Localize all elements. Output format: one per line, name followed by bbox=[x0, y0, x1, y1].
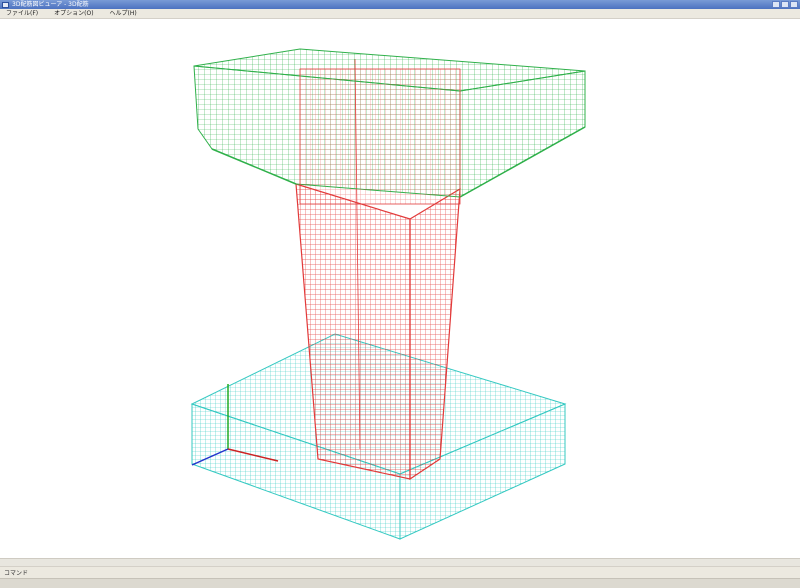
app-icon bbox=[2, 1, 9, 8]
status-bar: コマンド bbox=[0, 566, 800, 578]
close-button[interactable] bbox=[790, 1, 798, 8]
3d-viewport[interactable] bbox=[0, 19, 800, 558]
column-rebar-in-cap bbox=[299, 68, 461, 205]
menu-bar: ファイル(F) オプション(O) ヘルプ(H) bbox=[0, 9, 800, 19]
status-text: コマンド bbox=[4, 570, 29, 577]
menu-file[interactable]: ファイル(F) bbox=[6, 9, 38, 19]
cap-front-right bbox=[459, 70, 586, 198]
window-controls bbox=[772, 1, 798, 8]
menu-options[interactable]: オプション(O) bbox=[54, 9, 93, 19]
rebar-model-canvas[interactable] bbox=[0, 19, 800, 558]
menu-help[interactable]: ヘルプ(H) bbox=[110, 9, 137, 19]
maximize-button[interactable] bbox=[781, 1, 789, 8]
column-rebar-cage bbox=[299, 68, 461, 205]
minimize-button[interactable] bbox=[772, 1, 780, 8]
